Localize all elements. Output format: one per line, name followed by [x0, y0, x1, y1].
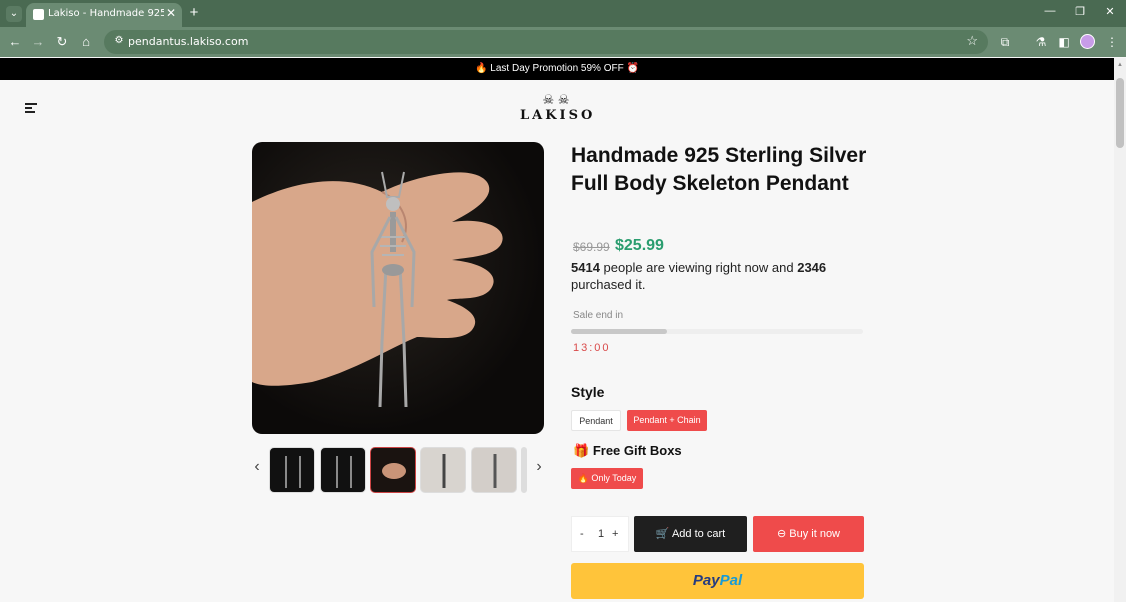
- gallery-thumbnail[interactable]: [471, 447, 517, 493]
- bookmark-star-icon[interactable]: ☆: [966, 33, 978, 49]
- purchase-text: purchased it.: [571, 277, 646, 292]
- paypal-logo-pay: Pay: [692, 572, 720, 589]
- gallery-next-icon[interactable]: ›: [533, 458, 545, 476]
- qty-input[interactable]: 1: [596, 528, 606, 540]
- menu-kebab-icon[interactable]: ⋮: [1103, 33, 1121, 51]
- site-favicon-icon: [33, 9, 44, 20]
- profile-avatar[interactable]: [1080, 34, 1095, 49]
- url-text: pendantus.lakiso.com: [128, 35, 249, 48]
- style-option-pendant-chain[interactable]: Pendant + Chain: [627, 410, 707, 431]
- home-icon[interactable]: ⌂: [77, 33, 95, 51]
- social-proof-text: 5414 people are viewing right now and 23…: [571, 259, 861, 293]
- address-bar[interactable]: ⚙ pendantus.lakiso.com ☆: [104, 30, 988, 54]
- forward-icon[interactable]: →: [29, 33, 47, 51]
- back-icon[interactable]: ←: [6, 33, 24, 51]
- gift-box-icon: 🎁: [573, 443, 590, 458]
- gift-label-text: Free Gift Boxs: [592, 443, 682, 458]
- countdown-timer: 13:00: [573, 342, 611, 354]
- logo-skull-icon: ☠ ☠: [542, 92, 570, 107]
- browser-toolbar: ← → ↻ ⌂ ⚙ pendantus.lakiso.com ☆ ⧉ ⚗ ◧ ⋮: [0, 27, 1126, 57]
- new-tab-icon[interactable]: +: [186, 4, 202, 21]
- labs-icon[interactable]: ⚗: [1032, 33, 1050, 51]
- logo-text: LAKISO: [520, 108, 596, 123]
- gallery-thumbnail[interactable]: [420, 447, 466, 493]
- close-window-icon[interactable]: ✕: [1102, 5, 1118, 18]
- minimize-icon[interactable]: —: [1042, 5, 1058, 17]
- gallery-prev-icon[interactable]: ‹: [251, 458, 263, 476]
- gallery-thumbnail[interactable]: [521, 447, 527, 493]
- tab-close-icon[interactable]: ✕: [164, 6, 178, 20]
- scroll-up-arrow-icon[interactable]: ▲: [1116, 62, 1124, 68]
- qty-increase-button[interactable]: +: [612, 528, 618, 540]
- style-label: Style: [571, 384, 605, 400]
- gift-label: 🎁 Free Gift Boxs: [573, 443, 682, 459]
- search-tabs-icon[interactable]: ⌄: [6, 6, 22, 22]
- promo-banner: 🔥 Last Day Promotion 59% OFF ⏰: [0, 58, 1114, 80]
- quantity-stepper: - 1 +: [571, 516, 629, 552]
- side-panel-icon[interactable]: ◧: [1055, 33, 1073, 51]
- tab-title: Lakiso - Handmade 925 Sterling: [48, 8, 164, 19]
- scroll-thumb[interactable]: [1116, 78, 1124, 148]
- paypal-button[interactable]: PayPal: [571, 563, 864, 599]
- gallery-thumbnail[interactable]: [269, 447, 315, 493]
- paypal-logo-pal: Pal: [719, 572, 743, 589]
- browser-tabstrip: ⌄ Lakiso - Handmade 925 Sterling ✕ + — ❐…: [0, 0, 1126, 27]
- browser-tab[interactable]: Lakiso - Handmade 925 Sterling ✕: [26, 3, 182, 27]
- price-original: $69.99: [573, 240, 610, 254]
- qty-decrease-button[interactable]: -: [580, 528, 584, 540]
- sale-progress-bar: [571, 329, 863, 334]
- gallery-thumbnail[interactable]: [320, 447, 366, 493]
- store-logo[interactable]: ☠ ☠ LAKISO: [520, 92, 592, 126]
- style-option-pendant[interactable]: Pendant: [571, 410, 621, 431]
- viewer-text: people are viewing right now and: [599, 260, 798, 275]
- only-today-badge[interactable]: 🔥 Only Today: [571, 468, 643, 489]
- add-to-cart-button[interactable]: 🛒 Add to cart: [634, 516, 747, 552]
- restore-icon[interactable]: ❐: [1072, 5, 1088, 18]
- extensions-icon[interactable]: ⧉: [996, 33, 1014, 51]
- reload-icon[interactable]: ↻: [53, 33, 71, 51]
- sale-end-label: Sale end in: [573, 310, 624, 321]
- page-scrollbar[interactable]: ▲: [1114, 58, 1126, 602]
- site-info-icon[interactable]: ⚙: [112, 35, 126, 49]
- product-title: Handmade 925 Sterling Silver Full Body S…: [571, 144, 867, 195]
- buy-now-button[interactable]: ⊖ Buy it now: [753, 516, 864, 552]
- purchase-count: 2346: [797, 260, 827, 275]
- viewer-count: 5414: [571, 260, 600, 275]
- gallery-thumbnail[interactable]: [370, 447, 416, 493]
- hand-with-pendant-image: [252, 171, 503, 408]
- price-sale: $25.99: [615, 237, 664, 254]
- product-main-image[interactable]: [252, 142, 544, 434]
- sale-progress-fill: [571, 329, 668, 334]
- hamburger-menu-icon[interactable]: [25, 103, 37, 113]
